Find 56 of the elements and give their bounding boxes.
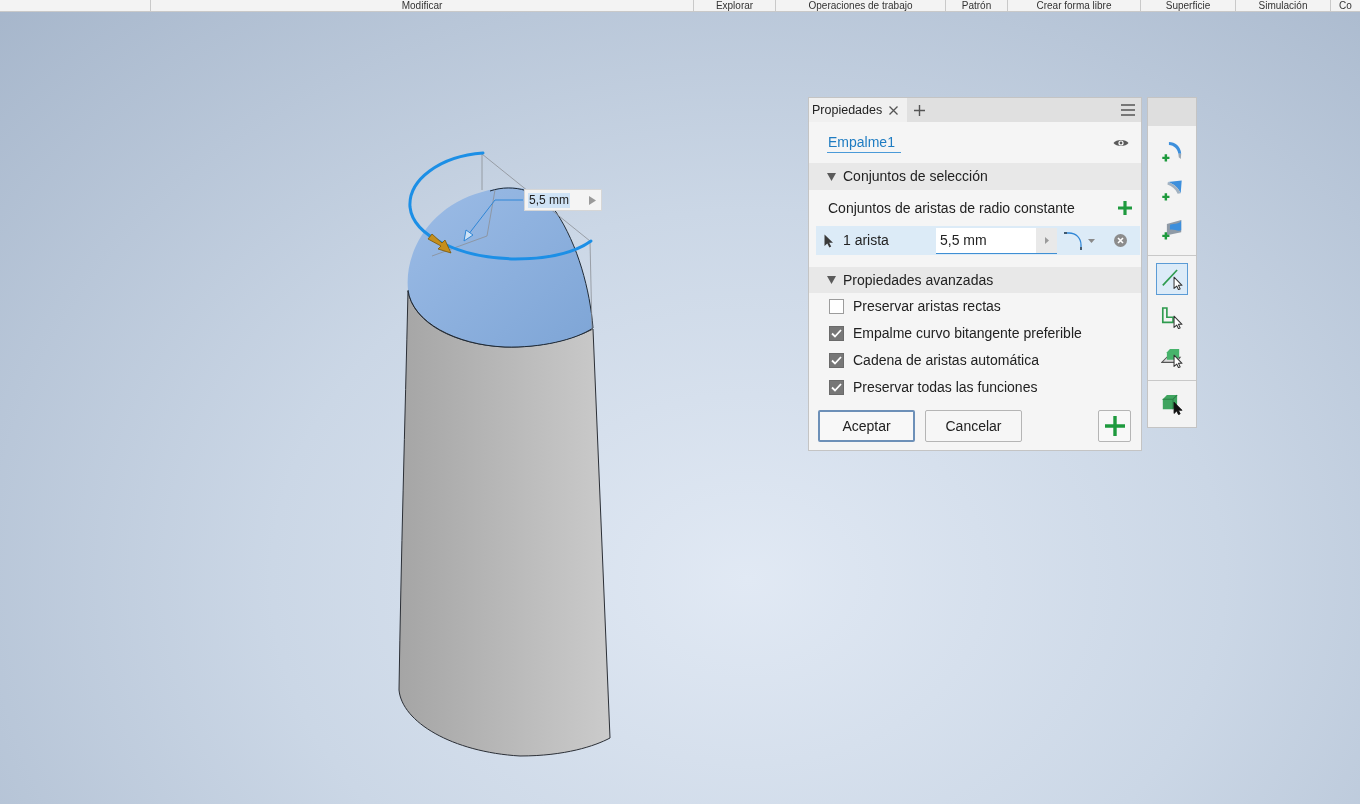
option-label: Empalme curvo bitangente preferible	[853, 324, 1082, 343]
checkmark-icon	[831, 329, 842, 338]
radius-field[interactable]: 5,5 mm	[936, 227, 1036, 254]
cube-cursor-icon	[1161, 393, 1183, 415]
clear-icon[interactable]	[1114, 234, 1127, 247]
curve-profile-icon	[1063, 230, 1083, 251]
visibility-icon[interactable]	[1113, 137, 1129, 148]
rounded-block-icon	[1161, 219, 1183, 241]
option-label: Preservar todas las funciones	[853, 378, 1038, 397]
toolbar-header	[1148, 98, 1196, 126]
curved-face-icon	[1161, 180, 1183, 202]
ribbon-panel-title[interactable]: Patrón	[945, 0, 1007, 11]
cursor-icon	[824, 233, 834, 248]
ribbon-panel-title[interactable]: Crear forma libre	[1007, 0, 1140, 11]
ribbon-panel-title[interactable]: Co	[1330, 0, 1360, 11]
ribbon-panel-title[interactable]: Operaciones de trabajo	[775, 0, 945, 11]
ribbon-panel-title[interactable]: Superficie	[1140, 0, 1235, 11]
plus-icon[interactable]	[914, 104, 925, 116]
add-button[interactable]	[1098, 410, 1131, 442]
selection-set-row[interactable]: 1 arista 5,5 mm	[816, 226, 1140, 255]
curved-edge-icon	[1161, 141, 1183, 163]
close-icon[interactable]	[889, 105, 899, 115]
play-icon[interactable]	[589, 195, 596, 205]
plus-icon	[1104, 416, 1125, 436]
add-icon[interactable]	[1118, 201, 1132, 215]
cancel-button[interactable]: Cancelar	[925, 410, 1022, 442]
checkmark-icon	[831, 356, 842, 365]
option-label: Preservar aristas rectas	[853, 297, 1001, 316]
menu-icon[interactable]	[1121, 104, 1135, 116]
dimension-leader	[463, 199, 524, 242]
checkbox[interactable]	[829, 380, 844, 395]
checkbox[interactable]	[829, 299, 844, 314]
outline-cursor-icon	[1161, 307, 1183, 329]
value-menu-button[interactable]	[1036, 227, 1057, 254]
ribbon-panel-title[interactable]: Modificar	[150, 0, 693, 11]
section-header[interactable]: Conjuntos de selección	[809, 163, 1141, 190]
line-cursor-icon	[1161, 268, 1183, 290]
checkmark-icon	[831, 383, 842, 392]
edge-count-label: 1 arista	[843, 231, 890, 250]
accept-button[interactable]: Aceptar	[818, 410, 915, 442]
option-label: Cadena de aristas automática	[853, 351, 1039, 370]
edge-set-group-label: Conjuntos de aristas de radio constante	[828, 198, 1075, 218]
radius-ring[interactable]	[408, 151, 593, 261]
feature-name-field[interactable]: Empalme1	[827, 132, 901, 153]
ribbon-panel-title[interactable]: Explorar	[693, 0, 775, 11]
dimension-field[interactable]: 5,5 mm	[524, 189, 602, 211]
section-header[interactable]: Propiedades avanzadas	[809, 267, 1141, 293]
checkbox[interactable]	[829, 353, 844, 368]
block-cursor-icon	[1161, 346, 1183, 368]
fillet-face[interactable]	[407, 187, 594, 348]
checkbox[interactable]	[829, 326, 844, 341]
ribbon-panel-title[interactable]: Simulación	[1235, 0, 1330, 11]
arrow-handle-icon[interactable]	[427, 233, 452, 254]
caret-down-icon	[1088, 238, 1095, 243]
caret-right-icon	[1044, 236, 1049, 244]
panel-tab[interactable]: Propiedades	[809, 98, 907, 122]
